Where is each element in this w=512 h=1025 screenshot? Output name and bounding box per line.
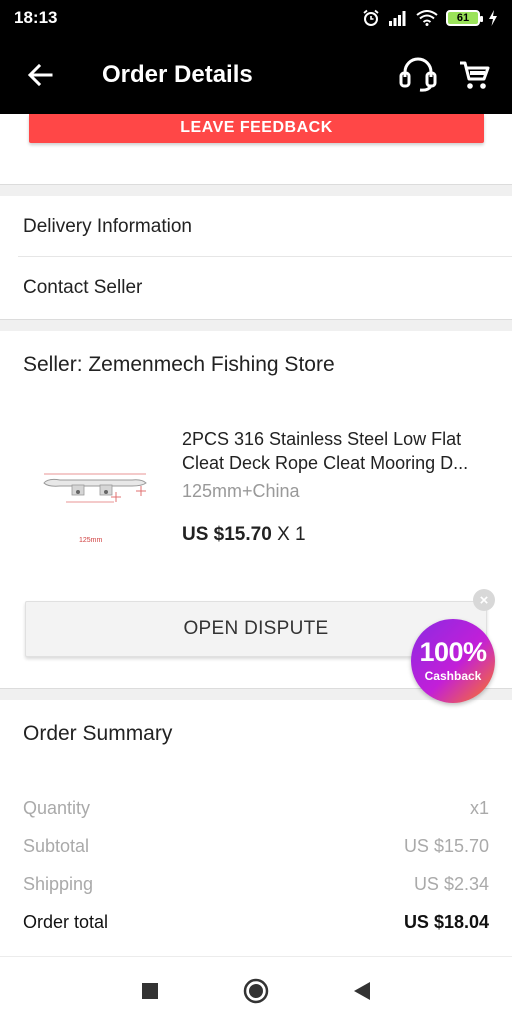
square-icon — [142, 982, 158, 999]
contact-seller-row[interactable]: Contact Seller — [0, 257, 512, 319]
home-button[interactable] — [203, 957, 309, 1025]
cashback-label: Cashback — [424, 669, 482, 683]
triangle-back-icon — [354, 981, 370, 1000]
headset-icon — [399, 57, 437, 92]
product-variant: 125mm+China — [182, 481, 300, 501]
product-image[interactable]: 125mm — [36, 456, 156, 546]
cart-button[interactable] — [446, 36, 502, 114]
back-nav-button[interactable] — [309, 957, 415, 1025]
recents-button[interactable] — [97, 957, 203, 1025]
arrow-left-icon — [27, 63, 53, 87]
summary-value: x1 — [469, 797, 489, 818]
status-bar: 18:13 61 — [0, 0, 512, 36]
alarm-icon — [363, 9, 379, 26]
status-icons: 61 — [362, 9, 498, 27]
cashback-percent: 100% — [419, 637, 487, 667]
battery-level: 61 — [456, 12, 470, 24]
system-nav-bar — [0, 956, 512, 1024]
app-bar: Order Details — [0, 36, 512, 114]
battery-icon: 61 — [446, 10, 483, 26]
summary-row-shipping: Shipping US $2.34 — [23, 870, 489, 898]
summary-row-subtotal: Subtotal US $15.70 — [23, 832, 489, 860]
section-divider — [0, 184, 512, 196]
section-divider — [0, 319, 512, 331]
customer-service-button[interactable] — [390, 36, 446, 114]
summary-label: Shipping — [23, 873, 94, 894]
product-quantity: X 1 — [277, 524, 306, 545]
leave-feedback-label: LEAVE FEEDBACK — [180, 119, 333, 136]
summary-row-order-total: Order total US $18.04 — [23, 908, 489, 936]
delivery-information-label: Delivery Information — [23, 215, 192, 237]
order-summary-section: Order Summary Quantity x1 Subtotal US $1… — [0, 700, 512, 956]
product-title-line2: Cleat Deck Rope Cleat Mooring D... — [182, 453, 469, 473]
product-price: US $15.70 — [182, 524, 272, 545]
wifi-icon — [416, 10, 438, 26]
product-price-row: US $15.70 X 1 — [182, 524, 306, 546]
summary-label: Order total — [23, 911, 109, 932]
summary-value: US $18.04 — [403, 911, 489, 932]
summary-row-quantity: Quantity x1 — [23, 794, 489, 822]
contact-seller-label: Contact Seller — [23, 277, 143, 298]
charging-icon — [489, 10, 497, 26]
delivery-information-row[interactable]: Delivery Information — [0, 196, 512, 257]
cleat-icon: 125mm — [43, 473, 147, 544]
summary-label: Quantity — [23, 797, 91, 818]
status-time: 18:13 — [14, 8, 58, 27]
home-circle-icon — [243, 978, 269, 1003]
feedback-section: LEAVE FEEDBACK — [0, 114, 512, 184]
signal-icon — [389, 11, 406, 26]
open-dispute-label: OPEN DISPUTE — [183, 618, 329, 639]
product-title-line1: 2PCS 316 Stainless Steel Low Flat — [182, 429, 462, 449]
cashback-badge[interactable]: 100% Cashback — [411, 619, 495, 703]
order-summary-title: Order Summary — [23, 722, 173, 745]
close-icon: × — [479, 591, 489, 609]
summary-value: US $2.34 — [413, 873, 489, 894]
thumb-caption: 125mm — [79, 537, 103, 544]
close-cashback-button[interactable]: × — [473, 589, 495, 611]
leave-feedback-button[interactable]: LEAVE FEEDBACK — [29, 114, 484, 143]
seller-name[interactable]: Seller: Zemenmech Fishing Store — [23, 353, 335, 377]
back-button[interactable] — [0, 36, 80, 114]
page-title: Order Details — [102, 61, 253, 88]
summary-label: Subtotal — [23, 835, 90, 856]
cart-icon — [460, 61, 490, 89]
product-title[interactable]: 2PCS 316 Stainless Steel Low Flat Cleat … — [182, 427, 492, 475]
summary-value: US $15.70 — [403, 835, 489, 856]
